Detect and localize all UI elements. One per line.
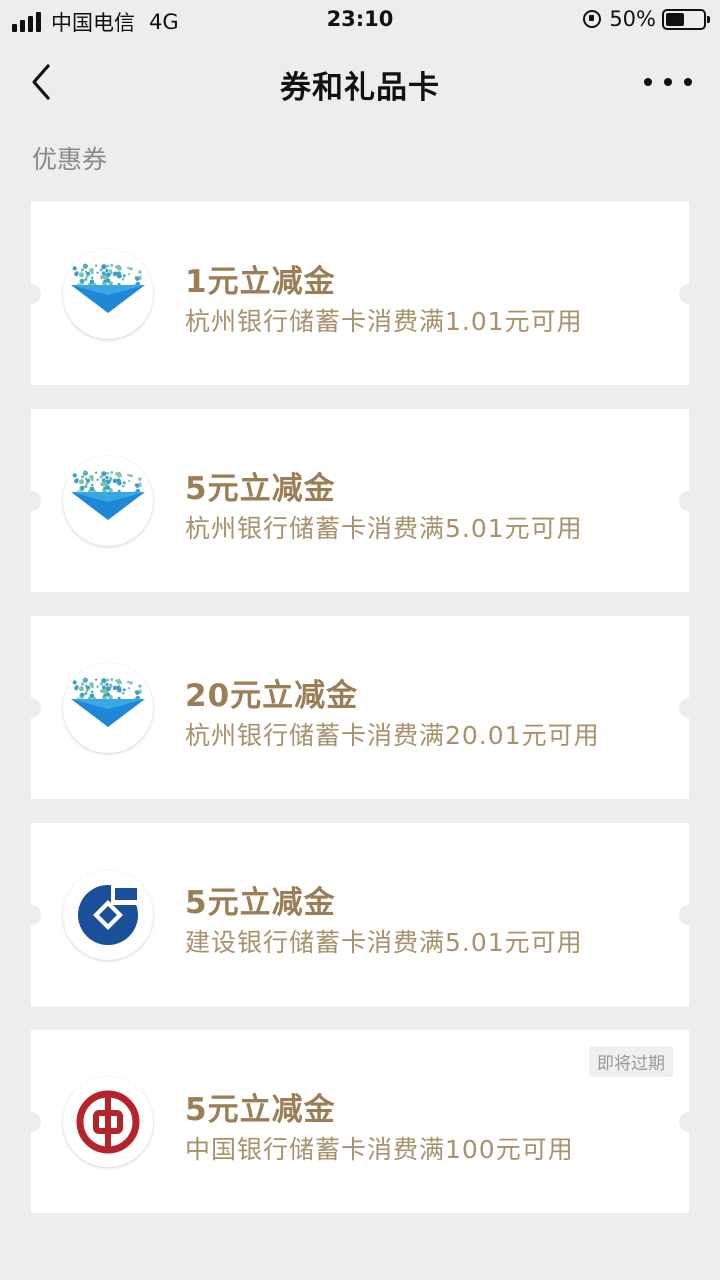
coupon-card[interactable]: 1元立减金 杭州银行储蓄卡消费满1.01元可用: [21, 202, 699, 385]
ticket-notch: [21, 698, 41, 718]
coupon-card[interactable]: 20元立减金 杭州银行储蓄卡消费满20.01元可用: [21, 616, 699, 799]
coupon-description: 建设银行储蓄卡消费满5.01元可用: [185, 928, 583, 957]
ticket-notch: [21, 284, 41, 304]
coupon-title: 5元立减金: [185, 885, 336, 921]
battery-fill: [666, 12, 684, 26]
more-button[interactable]: [644, 70, 692, 94]
ticket-notch: [679, 698, 699, 718]
nav-bar: 券和礼品卡: [0, 48, 720, 116]
ticket-notch: [679, 905, 699, 925]
coupon-card[interactable]: 5元立减金 建设银行储蓄卡消费满5.01元可用: [21, 823, 699, 1006]
coupon-description: 杭州银行储蓄卡消费满20.01元可用: [185, 721, 600, 750]
battery-percent: 50%: [609, 7, 656, 31]
coupon-list: 1元立减金 杭州银行储蓄卡消费满1.01元可用 5元立减金 杭州银行储蓄卡消费满…: [21, 202, 699, 1237]
coupon-card[interactable]: 5元立减金 杭州银行储蓄卡消费满5.01元可用: [21, 409, 699, 592]
ticket-notch: [679, 284, 699, 304]
coupon-description: 杭州银行储蓄卡消费满5.01元可用: [185, 514, 583, 543]
hangzhou-bank-logo: [63, 456, 153, 546]
ccb-logo: [63, 870, 153, 960]
more-dot-icon: [664, 78, 672, 86]
ticket-notch: [21, 1112, 41, 1132]
coupon-title: 1元立减金: [185, 264, 336, 300]
ticket-notch: [679, 1112, 699, 1132]
coupon-title: 5元立减金: [185, 471, 336, 507]
hangzhou-bank-logo: [63, 249, 153, 339]
boc-logo: [63, 1077, 153, 1167]
coupon-title: 5元立减金: [185, 1092, 336, 1128]
ticket-notch: [21, 491, 41, 511]
status-bar: 中国电信 4G 23:10 50%: [0, 0, 720, 40]
coupon-description: 杭州银行储蓄卡消费满1.01元可用: [185, 307, 583, 336]
status-right: 50%: [583, 7, 710, 31]
more-dot-icon: [684, 78, 692, 86]
coupon-card[interactable]: 5元立减金 中国银行储蓄卡消费满100元可用 即将过期: [21, 1030, 699, 1213]
more-dot-icon: [644, 78, 652, 86]
hangzhou-bank-logo: [63, 663, 153, 753]
coupon-description: 中国银行储蓄卡消费满100元可用: [185, 1135, 574, 1164]
expiry-badge: 即将过期: [589, 1046, 673, 1077]
section-title: 优惠券: [32, 145, 108, 174]
ticket-notch: [21, 905, 41, 925]
coupon-title: 20元立减金: [185, 678, 359, 714]
rotation-lock-icon: [583, 10, 602, 28]
ticket-notch: [679, 491, 699, 511]
page-title: 券和礼品卡: [280, 70, 440, 106]
battery-icon: [662, 8, 710, 30]
